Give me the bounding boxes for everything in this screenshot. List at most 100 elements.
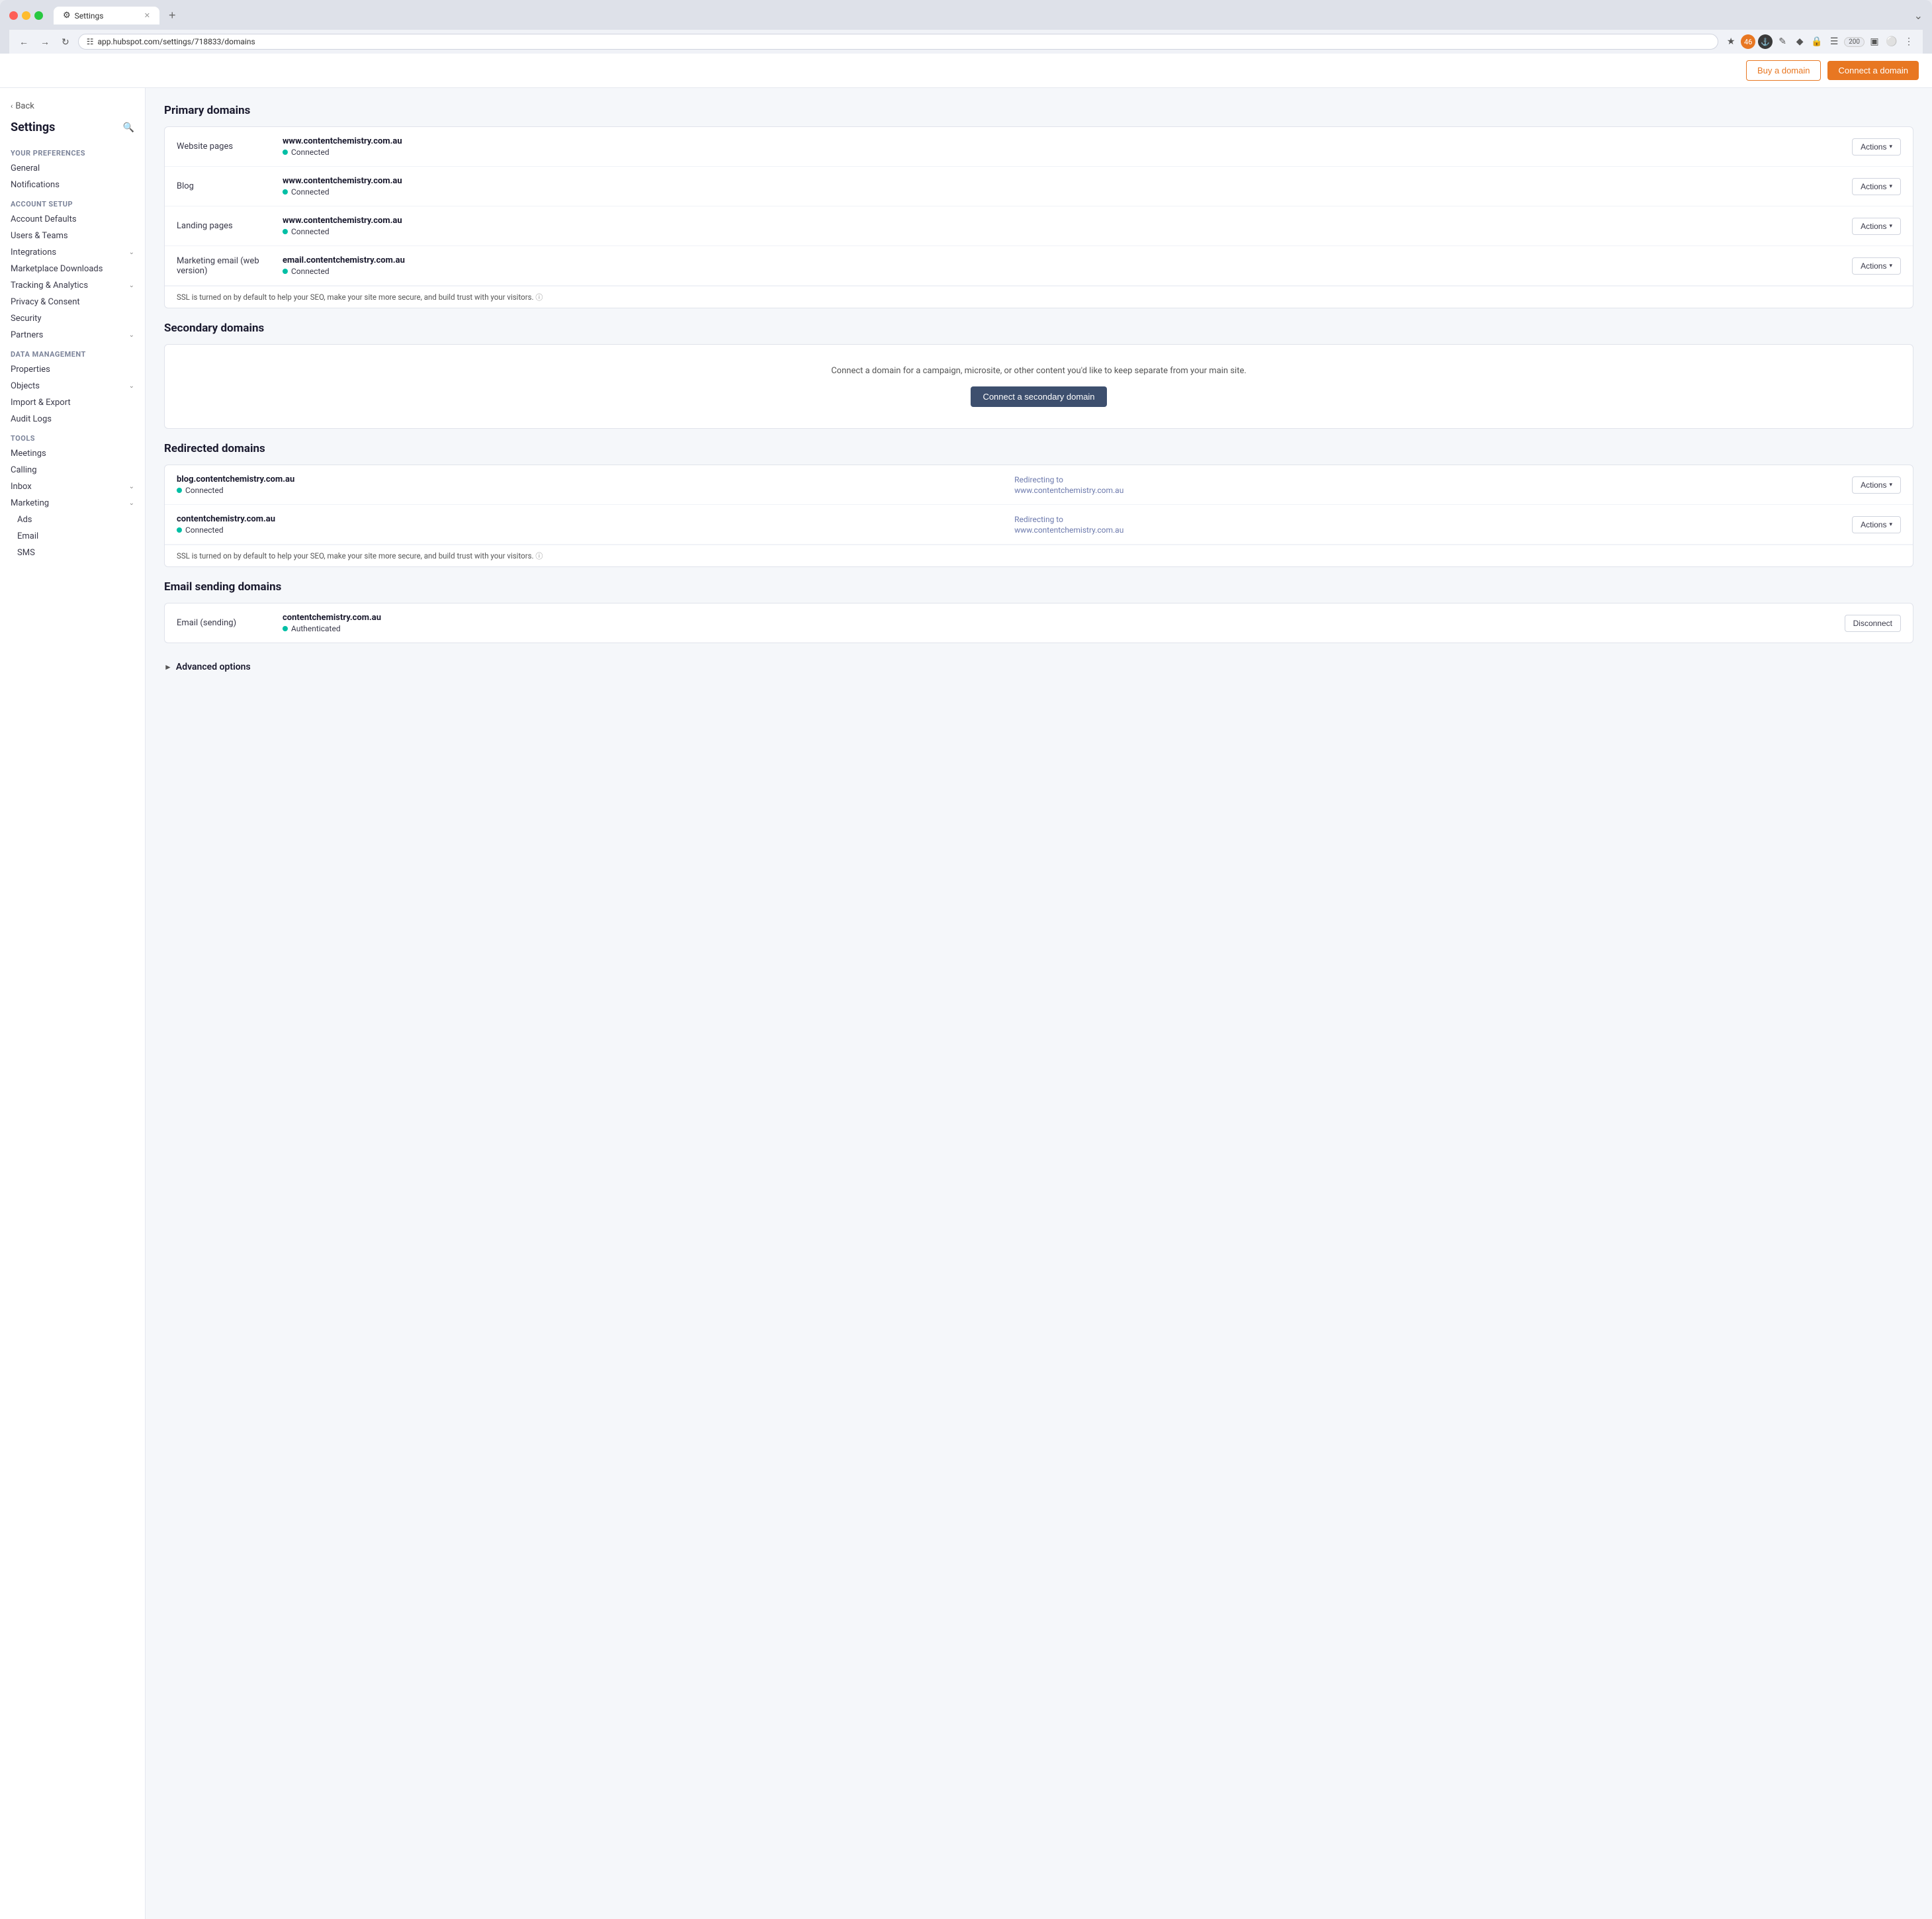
primary-domains-title: Primary domains bbox=[164, 104, 1913, 117]
actions-label-blog-redirect: Actions bbox=[1861, 480, 1886, 490]
actions-button-website[interactable]: Actions ▾ bbox=[1852, 138, 1901, 156]
pen-icon[interactable]: ✎ bbox=[1775, 34, 1790, 49]
sidebar-item-properties[interactable]: Properties bbox=[0, 361, 145, 378]
buy-domain-button[interactable]: Buy a domain bbox=[1746, 60, 1822, 81]
sidebar-item-inbox[interactable]: Inbox ⌄ bbox=[0, 478, 145, 495]
address-icon: ☷ bbox=[87, 37, 94, 46]
sidebar-item-tracking-analytics[interactable]: Tracking & Analytics ⌄ bbox=[0, 277, 145, 294]
domain-info-blog-redirect: blog.contentchemistry.com.au Connected bbox=[177, 474, 1014, 495]
sidebar-back-button[interactable]: ‹ Back bbox=[0, 97, 145, 120]
status-text-email-sending: Authenticated bbox=[291, 624, 341, 633]
email-sending-domains-title: Email sending domains bbox=[164, 580, 1913, 594]
sidebar-item-users-teams[interactable]: Users & Teams bbox=[0, 228, 145, 244]
domain-row-blog-redirect: blog.contentchemistry.com.au Connected R… bbox=[165, 465, 1913, 505]
sidebar-item-account-defaults[interactable]: Account Defaults bbox=[0, 211, 145, 228]
traffic-light-green[interactable] bbox=[34, 11, 43, 20]
forward-nav-button[interactable]: → bbox=[37, 34, 53, 49]
menu-icon[interactable]: ⋮ bbox=[1902, 34, 1916, 49]
password-icon[interactable]: 🔒 bbox=[1810, 34, 1824, 49]
ext-icon-1: ⚓ bbox=[1758, 34, 1773, 49]
back-label: Back bbox=[15, 101, 34, 111]
actions-caret-icon-content-redirect: ▾ bbox=[1889, 521, 1892, 528]
primary-ssl-notice: SSL is turned on by default to help your… bbox=[165, 286, 1913, 308]
badge-200: 200 bbox=[1844, 37, 1865, 47]
integrations-caret-icon: ⌄ bbox=[129, 249, 134, 256]
sidebar-item-partners[interactable]: Partners ⌄ bbox=[0, 327, 145, 343]
domain-row-content-redirect: contentchemistry.com.au Connected Redire… bbox=[165, 505, 1913, 545]
ext-icon-2[interactable]: ☰ bbox=[1827, 34, 1841, 49]
sidebar-item-sms[interactable]: SMS bbox=[0, 545, 145, 561]
domain-type-website: Website pages bbox=[177, 142, 283, 152]
actions-button-blog[interactable]: Actions ▾ bbox=[1852, 178, 1901, 195]
actions-button-content-redirect[interactable]: Actions ▾ bbox=[1852, 516, 1901, 533]
primary-domains-card: Website pages www.contentchemistry.com.a… bbox=[164, 126, 1913, 308]
sidebar-item-ads[interactable]: Ads bbox=[0, 512, 145, 528]
advanced-options-caret-icon: ► bbox=[164, 662, 172, 672]
advanced-options-section[interactable]: ► Advanced options bbox=[164, 656, 1913, 678]
redirected-domains-title: Redirected domains bbox=[164, 442, 1913, 455]
actions-label-content-redirect: Actions bbox=[1861, 520, 1886, 529]
sidebar-item-import-export[interactable]: Import & Export bbox=[0, 394, 145, 411]
redirect-info-content: Redirecting to www.contentchemistry.com.… bbox=[1014, 515, 1852, 535]
connect-secondary-domain-button[interactable]: Connect a secondary domain bbox=[971, 386, 1106, 407]
domain-type-blog: Blog bbox=[177, 181, 283, 191]
secondary-domains-card: Connect a domain for a campaign, microsi… bbox=[164, 344, 1913, 429]
sidebar-item-audit-logs[interactable]: Audit Logs bbox=[0, 411, 145, 427]
tab-close-button[interactable]: ✕ bbox=[144, 11, 150, 20]
sidebar-item-meetings[interactable]: Meetings bbox=[0, 445, 145, 462]
actions-caret-icon-website: ▾ bbox=[1889, 143, 1892, 150]
sidebar-item-objects[interactable]: Objects ⌄ bbox=[0, 378, 145, 394]
actions-label-blog: Actions bbox=[1861, 182, 1886, 191]
traffic-light-red[interactable] bbox=[9, 11, 18, 20]
domain-type-marketing-email: Marketing email (web version) bbox=[177, 256, 283, 276]
shield-icon[interactable]: ◆ bbox=[1792, 34, 1807, 49]
marketing-caret-icon: ⌄ bbox=[129, 500, 134, 507]
reload-button[interactable]: ↻ bbox=[58, 34, 73, 50]
sidebar-item-security[interactable]: Security bbox=[0, 310, 145, 327]
domain-name-marketing-email: email.contentchemistry.com.au bbox=[283, 255, 1852, 265]
domain-name-email-sending: contentchemistry.com.au bbox=[283, 613, 1845, 623]
address-bar[interactable]: ☷ app.hubspot.com/settings/718833/domain… bbox=[78, 34, 1718, 50]
redirect-label-blog: Redirecting to bbox=[1014, 475, 1852, 484]
hubspot-icon: 46 bbox=[1741, 34, 1755, 49]
domain-name-landing: www.contentchemistry.com.au bbox=[283, 216, 1852, 226]
sidebar-item-privacy-consent[interactable]: Privacy & Consent bbox=[0, 294, 145, 310]
bookmark-icon[interactable]: ★ bbox=[1724, 34, 1738, 49]
domain-info-blog: www.contentchemistry.com.au Connected bbox=[283, 176, 1852, 197]
sidebar-item-marketing[interactable]: Marketing ⌄ bbox=[0, 495, 145, 512]
actions-label-marketing-email: Actions bbox=[1861, 261, 1886, 271]
sidebar-search-icon[interactable]: 🔍 bbox=[123, 122, 134, 133]
ssl-info-icon-primary: ⓘ bbox=[535, 293, 543, 302]
domain-name-blog-redirect: blog.contentchemistry.com.au bbox=[177, 474, 1014, 484]
redirect-label-content: Redirecting to bbox=[1014, 515, 1852, 524]
browser-tab-settings[interactable]: ⚙ Settings ✕ bbox=[54, 7, 159, 24]
status-text-blog-redirect: Connected bbox=[185, 486, 224, 495]
domain-info-content-redirect: contentchemistry.com.au Connected bbox=[177, 514, 1014, 535]
redirected-domains-card: blog.contentchemistry.com.au Connected R… bbox=[164, 465, 1913, 567]
actions-button-landing[interactable]: Actions ▾ bbox=[1852, 218, 1901, 235]
sidebar-item-calling[interactable]: Calling bbox=[0, 462, 145, 478]
tab-label: Settings bbox=[75, 11, 104, 21]
domain-name-content-redirect: contentchemistry.com.au bbox=[177, 514, 1014, 524]
domain-type-email-sending: Email (sending) bbox=[177, 618, 283, 628]
profile-icon[interactable]: ⚪ bbox=[1884, 34, 1899, 49]
email-sending-card: Email (sending) contentchemistry.com.au … bbox=[164, 603, 1913, 643]
status-dot-blog-redirect bbox=[177, 488, 182, 493]
back-nav-button[interactable]: ← bbox=[16, 34, 32, 49]
app-header: Buy a domain Connect a domain bbox=[0, 54, 1932, 88]
sidebar-title: Settings bbox=[11, 120, 55, 134]
traffic-light-yellow[interactable] bbox=[22, 11, 30, 20]
new-tab-button[interactable]: + bbox=[165, 7, 180, 24]
redirect-url-content: www.contentchemistry.com.au bbox=[1014, 525, 1852, 535]
sidebar-item-marketplace-downloads[interactable]: Marketplace Downloads bbox=[0, 261, 145, 277]
actions-caret-icon-marketing-email: ▾ bbox=[1889, 262, 1892, 269]
actions-button-blog-redirect[interactable]: Actions ▾ bbox=[1852, 476, 1901, 494]
window-icon[interactable]: ▣ bbox=[1867, 34, 1882, 49]
sidebar-item-general[interactable]: General bbox=[0, 160, 145, 177]
connect-domain-button[interactable]: Connect a domain bbox=[1827, 61, 1919, 80]
sidebar-item-email[interactable]: Email bbox=[0, 528, 145, 545]
sidebar-item-integrations[interactable]: Integrations ⌄ bbox=[0, 244, 145, 261]
actions-button-marketing-email[interactable]: Actions ▾ bbox=[1852, 257, 1901, 275]
disconnect-button-email[interactable]: Disconnect bbox=[1845, 615, 1901, 632]
sidebar-item-notifications[interactable]: Notifications bbox=[0, 177, 145, 193]
